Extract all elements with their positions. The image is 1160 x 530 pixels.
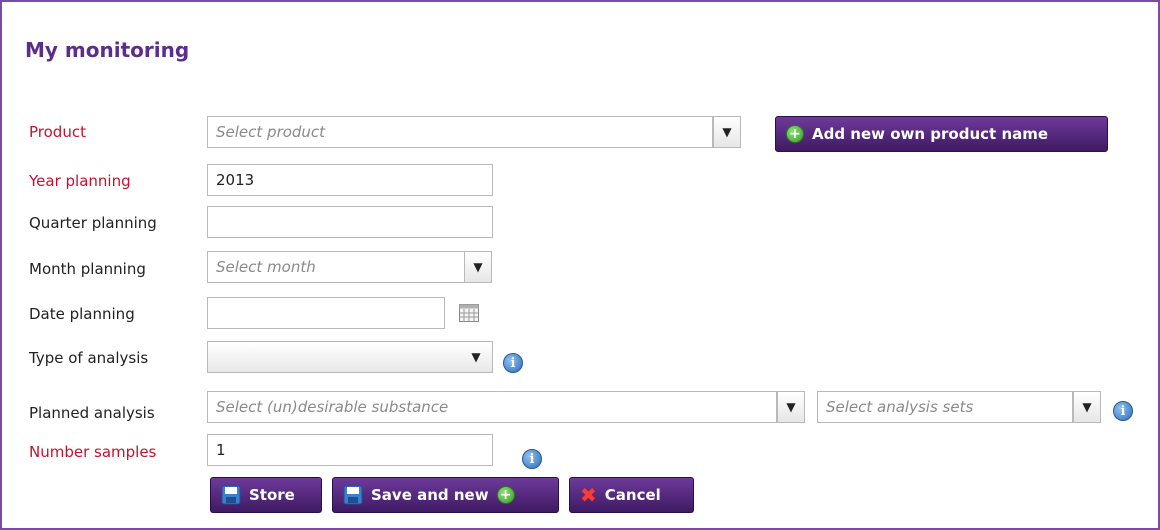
- month-select[interactable]: Select month: [207, 251, 465, 283]
- add-new-product-label: Add new own product name: [812, 125, 1049, 143]
- samples-label: Number samples: [29, 443, 157, 461]
- add-new-product-button[interactable]: + Add new own product name: [775, 116, 1108, 152]
- month-label: Month planning: [29, 260, 146, 278]
- quarter-input[interactable]: [207, 206, 493, 238]
- info-icon[interactable]: i: [522, 449, 542, 469]
- planned-analysis-label: Planned analysis: [29, 404, 155, 422]
- chevron-down-icon: ▼: [473, 260, 483, 274]
- analysis-sets-select[interactable]: Select analysis sets: [817, 391, 1073, 423]
- cancel-button[interactable]: ✖ Cancel: [569, 477, 694, 513]
- year-label: Year planning: [29, 172, 131, 190]
- floppy-disk-icon: [343, 485, 363, 505]
- save-and-new-label: Save and new: [371, 486, 489, 504]
- samples-input[interactable]: 1: [207, 434, 493, 466]
- store-button[interactable]: Store: [210, 477, 322, 513]
- floppy-disk-icon: [221, 485, 241, 505]
- monitoring-panel: My monitoring Product Select product ▼ +…: [0, 0, 1160, 530]
- chevron-down-icon: ▼: [471, 350, 481, 364]
- x-icon: ✖: [580, 483, 597, 507]
- plus-circle-icon: +: [496, 486, 515, 504]
- cancel-label: Cancel: [604, 486, 661, 504]
- product-dropdown-button[interactable]: ▼: [713, 116, 741, 148]
- chevron-down-icon: ▼: [786, 400, 796, 414]
- calendar-icon[interactable]: [459, 304, 479, 322]
- analysis-sets-dropdown-button[interactable]: ▼: [1073, 391, 1101, 423]
- month-dropdown-button[interactable]: ▼: [464, 251, 492, 283]
- date-input[interactable]: [207, 297, 445, 329]
- year-input[interactable]: 2013: [207, 164, 493, 196]
- type-analysis-dropdown-button[interactable]: ▼: [462, 341, 490, 373]
- date-label: Date planning: [29, 305, 135, 323]
- product-select[interactable]: Select product: [207, 116, 713, 148]
- type-analysis-select[interactable]: [207, 341, 493, 373]
- plus-circle-icon: +: [786, 125, 804, 143]
- save-and-new-button[interactable]: Save and new +: [332, 477, 559, 513]
- info-icon[interactable]: i: [503, 353, 523, 373]
- substance-dropdown-button[interactable]: ▼: [777, 391, 805, 423]
- substance-select[interactable]: Select (un)desirable substance: [207, 391, 777, 423]
- type-analysis-label: Type of analysis: [29, 349, 149, 367]
- info-icon[interactable]: i: [1113, 401, 1133, 421]
- store-label: Store: [249, 486, 295, 504]
- quarter-label: Quarter planning: [29, 214, 157, 232]
- product-label: Product: [29, 123, 86, 141]
- chevron-down-icon: ▼: [722, 125, 732, 139]
- page-title: My monitoring: [25, 38, 190, 62]
- chevron-down-icon: ▼: [1082, 400, 1092, 414]
